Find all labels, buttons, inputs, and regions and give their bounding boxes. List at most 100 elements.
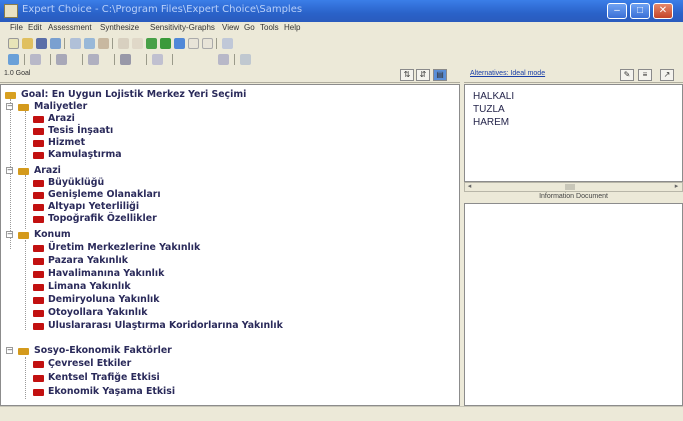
menu-bar: File Edit Assessment Synthesize Sensitiv… (0, 22, 683, 36)
save-icon[interactable] (36, 38, 47, 49)
toolbar-separator (216, 38, 217, 49)
maximize-button[interactable]: □ (630, 3, 650, 19)
alternative-item[interactable]: HAREM (473, 117, 509, 129)
subcriterion-icon (33, 180, 44, 187)
minimize-button[interactable]: – (607, 3, 627, 19)
subcriterion-icon (33, 297, 44, 304)
open-file-icon[interactable] (22, 38, 33, 49)
information-document-label: Information Document (539, 193, 608, 200)
scroll-left-icon[interactable]: ◂ (465, 183, 474, 191)
alternative-item[interactable]: TUZLA (473, 104, 505, 116)
graphical-view-icon[interactable] (88, 54, 99, 65)
toolbar-separator (64, 38, 65, 49)
menu-tools[interactable]: Tools (260, 23, 279, 32)
filter-icon[interactable] (152, 54, 163, 65)
alternatives-pane-header: Alternatives: Ideal mode ✎ ≡ ↗ (464, 68, 683, 83)
assessment-view-icon[interactable] (30, 54, 41, 65)
toolbar-separator (146, 54, 147, 65)
numerical-view-icon[interactable] (56, 54, 67, 65)
subcriterion-icon (33, 389, 44, 396)
collapse-toggle-icon[interactable]: − (6, 231, 13, 238)
current-node-label: 1.0 Goal (4, 70, 31, 77)
subcriterion-icon (33, 204, 44, 211)
print-icon[interactable] (50, 38, 61, 49)
toolbar-separator (114, 54, 115, 65)
font-icon[interactable] (218, 54, 229, 65)
information-document-pane[interactable] (464, 203, 683, 406)
toolbar-separator (234, 54, 235, 65)
tree-connector (10, 99, 11, 249)
window-title: Expert Choice - C:\Program Files\Expert … (22, 4, 303, 15)
menu-view[interactable]: View (222, 23, 239, 32)
toolbar-separator (172, 54, 173, 65)
menu-sensitivity-graphs[interactable]: Sensitivity-Graphs (150, 23, 215, 32)
sort-icon[interactable]: ⇅ (400, 69, 414, 81)
add-alternative-icon[interactable]: ✎ (620, 69, 634, 81)
alternatives-mode-label[interactable]: Alternatives: Ideal mode (470, 70, 545, 77)
subcriterion-icon (33, 271, 44, 278)
tree-connector (25, 240, 26, 330)
model-view-icon[interactable] (8, 54, 19, 65)
subcriterion-icon (33, 140, 44, 147)
redo-icon[interactable] (132, 38, 143, 49)
scroll-right-icon[interactable]: ▸ (672, 183, 681, 191)
subcriterion-icon (33, 258, 44, 265)
alternatives-options-icon[interactable]: ↗ (660, 69, 674, 81)
toolbar-separator (112, 38, 113, 49)
menu-synthesize[interactable]: Synthesize (100, 23, 139, 32)
alternative-item[interactable]: HALKALI (473, 91, 514, 103)
subcriterion-icon (33, 284, 44, 291)
bar-chart-icon[interactable] (120, 54, 131, 65)
alternatives-horizontal-scrollbar[interactable]: ◂ ▸ (464, 182, 683, 192)
menu-assessment[interactable]: Assessment (48, 23, 92, 32)
status-bar (0, 406, 683, 421)
copy-icon[interactable] (84, 38, 95, 49)
subcriterion-icon (33, 361, 44, 368)
scroll-thumb[interactable] (565, 184, 575, 190)
collapse-toggle-icon[interactable]: − (6, 103, 13, 110)
close-button[interactable]: ✕ (653, 3, 673, 19)
subcriterion-icon (33, 216, 44, 223)
add-node-icon[interactable] (146, 38, 157, 49)
subcriterion-icon (33, 128, 44, 135)
criterion-icon (18, 348, 29, 355)
alternatives-list: HALKALI TUZLA HAREM (464, 84, 683, 182)
undo-icon[interactable] (118, 38, 129, 49)
subcriterion-icon (33, 192, 44, 199)
information-document-header: Information Document (464, 192, 683, 203)
priorities-icon[interactable]: ⇵ (416, 69, 430, 81)
view-toolbar (0, 52, 683, 68)
subcriterion-icon (33, 245, 44, 252)
cut-icon[interactable] (70, 38, 81, 49)
pointer-icon[interactable] (222, 38, 233, 49)
toolbar-separator (82, 54, 83, 65)
menu-edit[interactable]: Edit (28, 23, 42, 32)
new-file-icon[interactable] (8, 38, 19, 49)
app-icon (4, 4, 18, 18)
edit-alternative-icon[interactable]: ≡ (638, 69, 652, 81)
menu-help[interactable]: Help (284, 23, 300, 32)
menu-file[interactable]: File (10, 23, 23, 32)
goal-icon (5, 92, 16, 99)
toolbar-separator (24, 54, 25, 65)
criterion-icon (18, 104, 29, 111)
subcriterion-icon (33, 310, 44, 317)
goal-hierarchy-tree: Goal: En Uygun Lojistik Merkez Yeri Seçi… (0, 84, 460, 406)
app-window: Expert Choice - C:\Program Files\Expert … (0, 0, 683, 421)
main-toolbar (0, 36, 683, 52)
insert-child-icon[interactable] (160, 38, 171, 49)
menu-go[interactable]: Go (244, 23, 255, 32)
grid-icon[interactable] (240, 54, 251, 65)
tree-pane-header: 1.0 Goal ⇅ ⇵ ▤ (0, 68, 460, 83)
title-bar[interactable]: Expert Choice - C:\Program Files\Expert … (0, 0, 683, 22)
font-smaller-icon[interactable] (202, 38, 213, 49)
collapse-toggle-icon[interactable]: − (6, 167, 13, 174)
subcriterion-icon (33, 152, 44, 159)
pane-options-icon[interactable]: ▤ (433, 69, 447, 81)
criterion-icon (18, 232, 29, 239)
alternatives-icon[interactable] (174, 38, 185, 49)
paste-icon[interactable] (98, 38, 109, 49)
collapse-toggle-icon[interactable]: − (6, 347, 13, 354)
font-larger-icon[interactable] (188, 38, 199, 49)
subcriterion-icon (33, 323, 44, 330)
